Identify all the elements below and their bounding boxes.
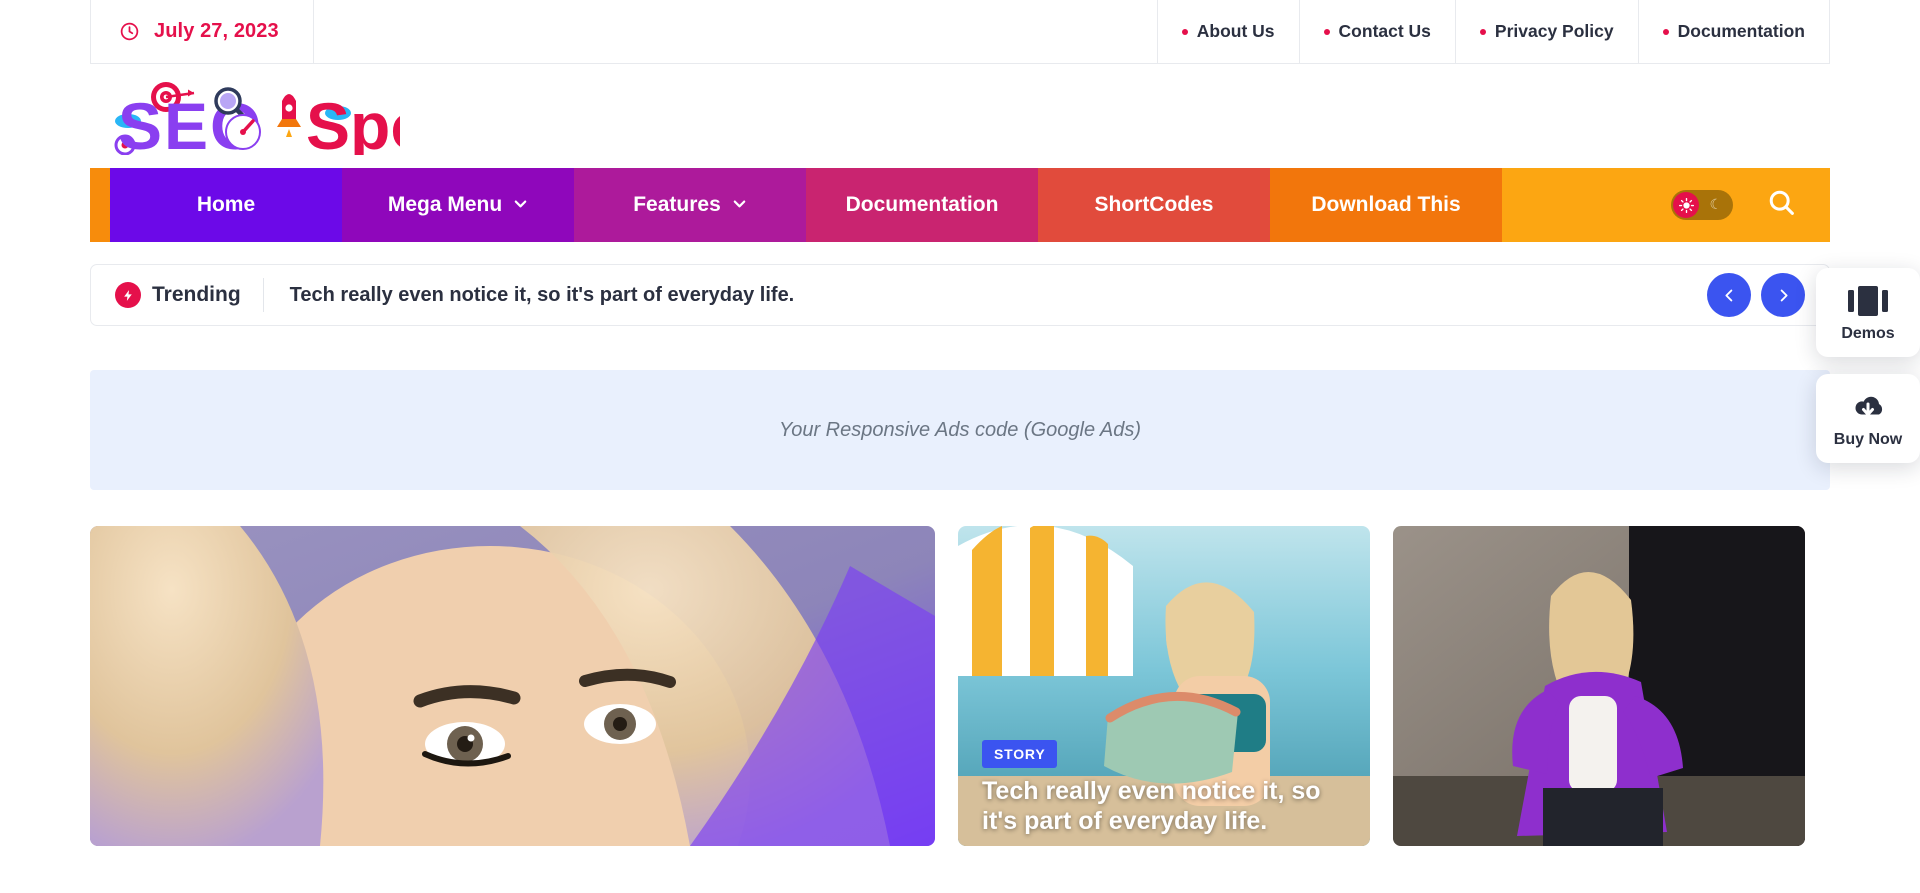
rocket-icon: [277, 94, 301, 137]
gauge-icon: [225, 114, 261, 150]
nav-item-label: Download This: [1311, 193, 1461, 216]
bullet-dot-icon: [1323, 28, 1330, 35]
topbar-link-about-us[interactable]: About Us: [1158, 0, 1300, 63]
svg-text:S: S: [118, 89, 162, 155]
bullet-dot-icon: [1181, 28, 1188, 35]
chevron-down-icon: [732, 193, 747, 217]
widget-label: Buy Now: [1833, 431, 1903, 448]
nav-item-label: Mega Menu: [387, 193, 503, 216]
trending-bar: Trending Tech really even notice it, so …: [90, 264, 1830, 326]
current-date: July 27, 2023: [91, 0, 314, 63]
svg-text:Spot: Spot: [306, 89, 400, 155]
trending-label: Trending: [115, 278, 264, 312]
feature-card-portrait[interactable]: [90, 526, 935, 846]
trending-headline: Tech really even notice it, so it's part…: [289, 283, 795, 306]
logo-row: S E O: [90, 64, 1830, 168]
nav-item-home[interactable]: Home: [110, 168, 342, 242]
search-icon[interactable]: [1767, 188, 1796, 222]
topbar-link-contact-us[interactable]: Contact Us: [1300, 0, 1456, 63]
cloud-download-icon: [1822, 392, 1914, 422]
chevron-left-icon: [1724, 289, 1732, 301]
featured-cards: STORY Tech really even notice it, so it'…: [90, 526, 1830, 846]
bullet-dot-icon: [1662, 28, 1669, 35]
topbar-link-documentation[interactable]: Documentation: [1639, 0, 1829, 63]
bullet-dot-icon: [1479, 28, 1486, 35]
card-title: Tech really even notice it, so it's part…: [982, 777, 1321, 835]
nav-item-documentation[interactable]: Documentation: [806, 168, 1038, 242]
nav-item-mega-menu[interactable]: Mega Menu: [342, 168, 574, 242]
floating-side-widgets: Demos Buy Now: [1816, 268, 1920, 480]
feature-card-story[interactable]: STORY Tech really even notice it, so it'…: [958, 526, 1370, 846]
demos-widget[interactable]: Demos: [1816, 268, 1920, 357]
card-badge: STORY: [982, 740, 1058, 768]
bolt-icon: [115, 282, 141, 308]
nav-item-label: Documentation: [845, 193, 999, 216]
trending-carousel-controls: [1707, 273, 1805, 317]
dark-mode-toggle[interactable]: ☾: [1671, 190, 1733, 220]
ads-placeholder-text: Your Responsive Ads code (Google Ads): [778, 418, 1142, 441]
toggle-knob: [1673, 192, 1699, 218]
nav-item-features[interactable]: Features: [574, 168, 806, 242]
top-bar-links: About Us Contact Us Privacy Policy Docum…: [1158, 0, 1829, 63]
feature-card-fashion[interactable]: [1393, 526, 1805, 846]
chevron-right-icon: [1780, 289, 1788, 301]
nav-left-accent: [90, 168, 110, 242]
site-logo[interactable]: S E O: [110, 77, 400, 155]
nav-item-download-this[interactable]: Download This: [1270, 168, 1502, 242]
card-image: [1393, 526, 1805, 846]
trending-prev-button[interactable]: [1707, 273, 1751, 317]
nav-item-shortcodes[interactable]: ShortCodes: [1038, 168, 1270, 242]
buy-now-widget[interactable]: Buy Now: [1816, 374, 1920, 463]
topbar-link-label: Contact Us: [1338, 21, 1431, 41]
svg-text:E: E: [164, 89, 208, 155]
nav-item-label: ShortCodes: [1094, 193, 1214, 216]
clock-icon: [119, 21, 140, 42]
sun-icon: [1678, 197, 1694, 213]
nav-item-label: Features: [633, 193, 721, 216]
trending-label-text: Trending: [152, 283, 241, 306]
ads-placeholder: Your Responsive Ads code (Google Ads): [90, 370, 1830, 490]
main-navigation: Home Mega Menu Features Documentation Sh…: [90, 168, 1830, 242]
trending-next-button[interactable]: [1761, 273, 1805, 317]
card-image: [90, 526, 935, 846]
widget-label: Demos: [1841, 325, 1895, 342]
topbar-link-label: Privacy Policy: [1494, 21, 1614, 41]
top-bar-spacer: [314, 0, 1158, 63]
top-bar: July 27, 2023 About Us Contact Us Privac…: [90, 0, 1830, 64]
nav-item-label: Home: [196, 193, 256, 216]
nav-tail: ☾: [1502, 168, 1830, 242]
page-root: July 27, 2023 About Us Contact Us Privac…: [0, 0, 1920, 893]
slides-icon: [1822, 286, 1914, 316]
topbar-link-privacy-policy[interactable]: Privacy Policy: [1456, 0, 1639, 63]
moon-icon: ☾: [1709, 196, 1722, 212]
chevron-down-icon: [513, 193, 528, 217]
topbar-link-label: About Us: [1196, 21, 1275, 41]
topbar-link-label: Documentation: [1677, 21, 1805, 41]
date-text: July 27, 2023: [154, 20, 279, 42]
